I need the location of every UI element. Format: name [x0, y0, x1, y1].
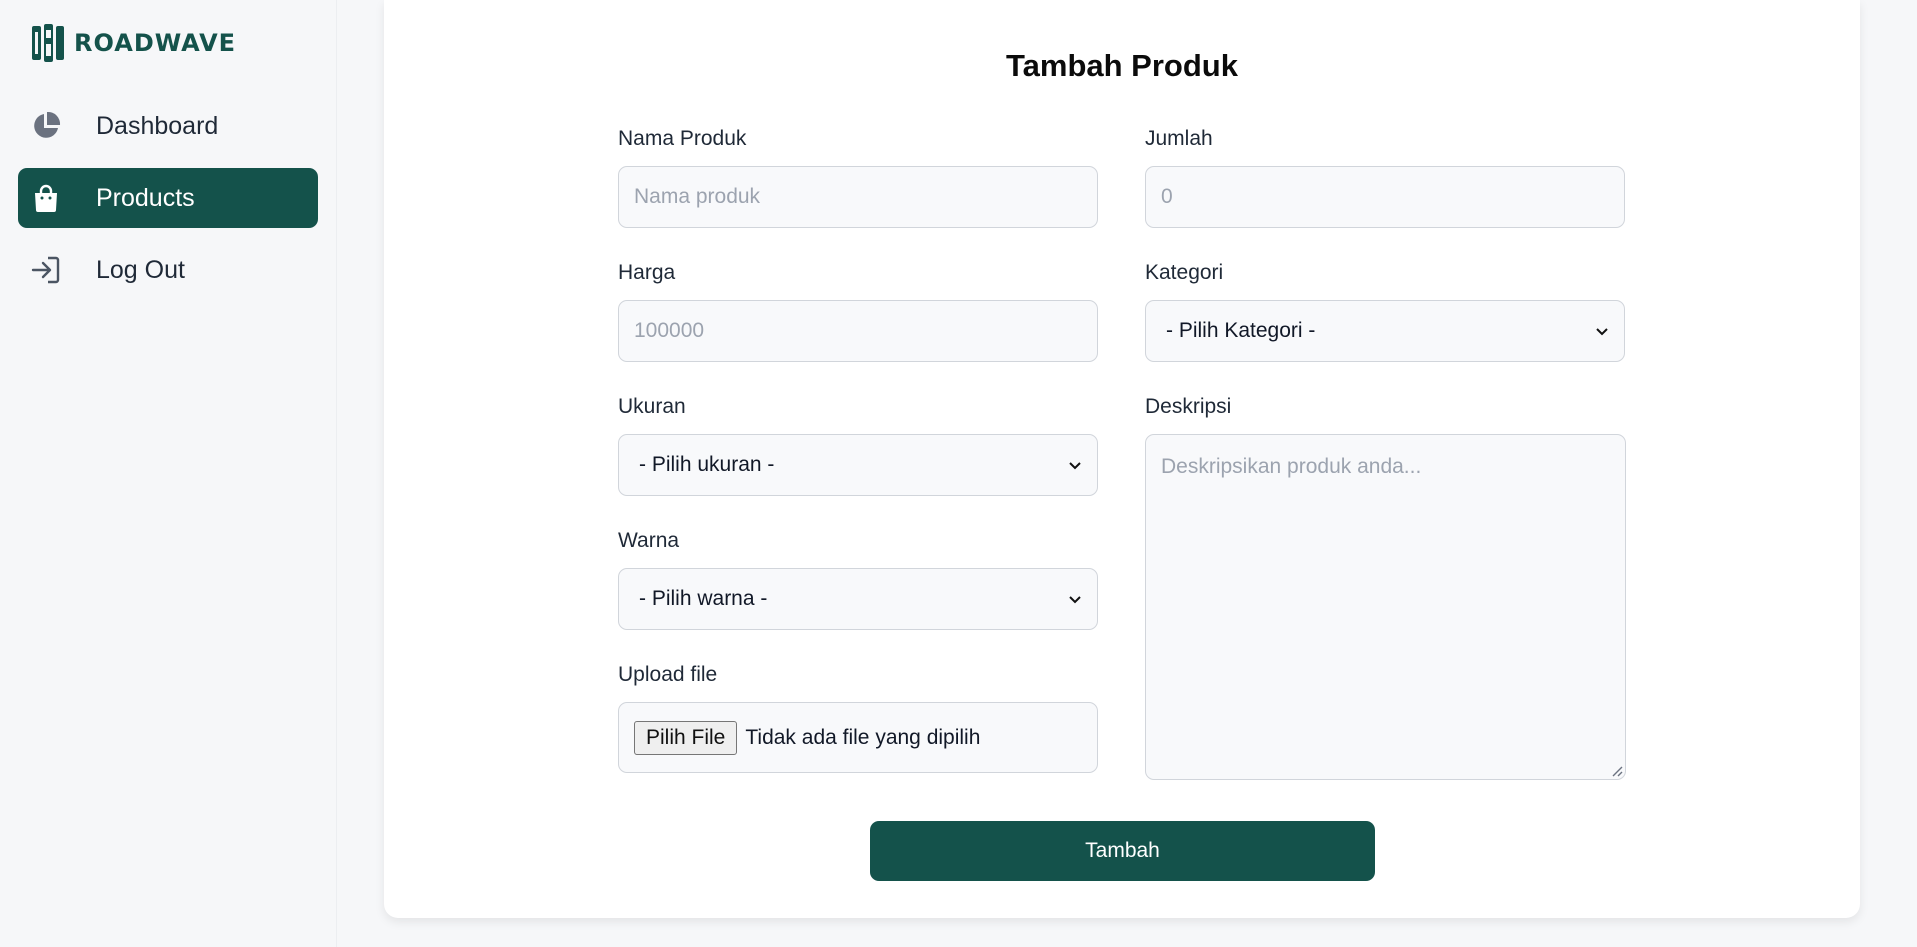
brand-name: ROADWAVE — [74, 29, 237, 57]
kategori-label: Kategori — [1145, 261, 1224, 284]
kategori-select[interactable]: - Pilih Kategori - — [1145, 300, 1625, 362]
nama-produk-input[interactable] — [618, 166, 1098, 228]
add-product-form: Tambah Produk Nama Produk Jumlah Harga K… — [384, 0, 1860, 918]
sidebar-item-products[interactable]: Products — [18, 168, 318, 228]
nama-produk-label: Nama Produk — [618, 127, 747, 150]
sidebar-item-label: Dashboard — [96, 111, 219, 140]
ukuran-selected-value: - Pilih ukuran - — [639, 453, 775, 476]
sidebar-item-label: Products — [96, 183, 195, 212]
jumlah-input[interactable] — [1145, 166, 1625, 228]
sidebar-item-dashboard[interactable]: Dashboard — [18, 96, 318, 156]
resize-handle-icon[interactable] — [1609, 763, 1623, 777]
deskripsi-label: Deskripsi — [1145, 395, 1232, 418]
harga-label: Harga — [618, 261, 676, 284]
harga-input[interactable] — [618, 300, 1098, 362]
ukuran-select[interactable]: - Pilih ukuran - — [618, 434, 1098, 496]
pie-chart-icon — [30, 110, 62, 142]
submit-button[interactable]: Tambah — [870, 821, 1375, 881]
sidebar-item-label: Log Out — [96, 255, 185, 284]
choose-file-button[interactable]: Pilih File — [634, 720, 738, 755]
sidebar-item-logout[interactable]: Log Out — [18, 240, 318, 300]
file-upload-input[interactable]: Pilih File Tidak ada file yang dipilih — [618, 702, 1098, 773]
shopping-bag-icon — [30, 182, 62, 214]
warna-label: Warna — [618, 529, 680, 552]
deskripsi-wrapper — [1145, 434, 1626, 780]
jumlah-label: Jumlah — [1145, 127, 1213, 150]
upload-label: Upload file — [618, 663, 718, 686]
warna-select[interactable]: - Pilih warna - — [618, 568, 1098, 630]
deskripsi-textarea[interactable] — [1145, 434, 1626, 780]
page-title: Tambah Produk — [1006, 48, 1238, 83]
chevron-down-icon — [1069, 596, 1081, 604]
chevron-down-icon — [1069, 462, 1081, 470]
kategori-selected-value: - Pilih Kategori - — [1166, 319, 1316, 342]
ukuran-label: Ukuran — [618, 395, 686, 418]
chevron-down-icon — [1596, 328, 1608, 336]
warna-selected-value: - Pilih warna - — [639, 587, 768, 610]
roadwave-logo-icon — [32, 24, 64, 62]
logout-icon — [30, 254, 62, 286]
file-status-text: Tidak ada file yang dipilih — [745, 725, 981, 749]
sidebar: ROADWAVE Dashboard Products Log Out — [0, 0, 337, 947]
sidebar-nav: Dashboard Products Log Out — [18, 96, 318, 312]
brand-logo[interactable]: ROADWAVE — [30, 22, 236, 64]
